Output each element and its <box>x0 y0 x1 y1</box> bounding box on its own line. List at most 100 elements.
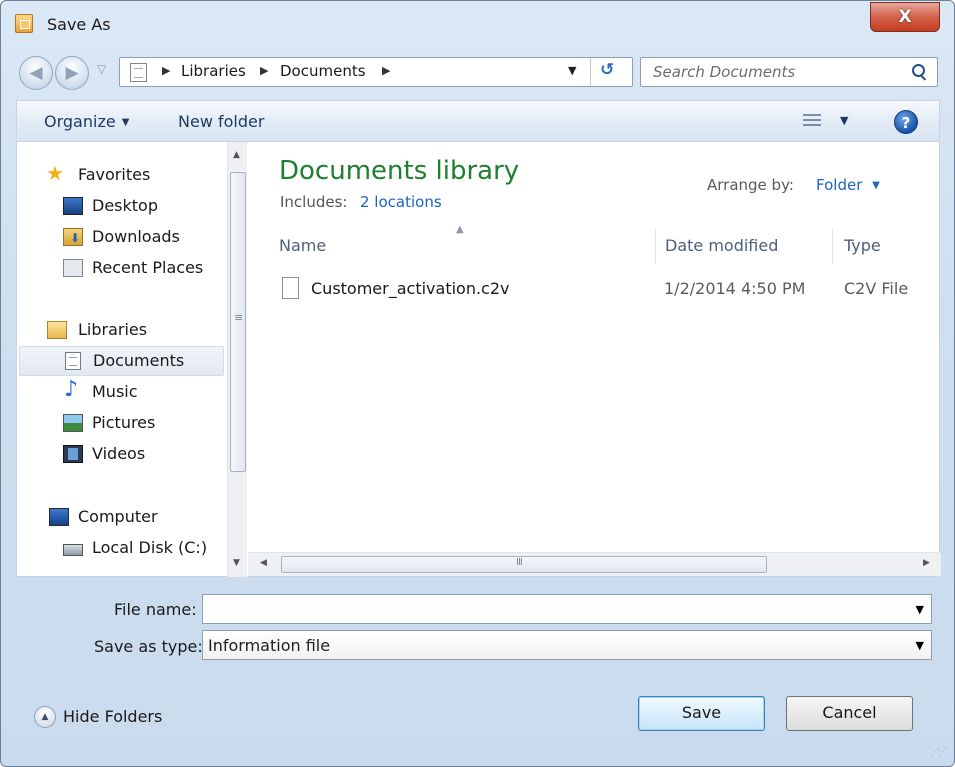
column-divider[interactable] <box>832 228 833 264</box>
star-icon: ★ <box>46 161 64 185</box>
nav-favorites[interactable]: ★ Favorites <box>17 160 225 190</box>
scroll-up-icon[interactable]: ▲ <box>233 150 240 160</box>
forward-button[interactable]: ▶ <box>55 56 89 90</box>
window-title: Save As <box>47 15 111 34</box>
downloads-icon <box>63 228 83 246</box>
nav-downloads[interactable]: Downloads <box>17 222 225 252</box>
file-name-field[interactable]: ▼ <box>202 594 932 624</box>
nav-recent-places-label: Recent Places <box>92 258 204 277</box>
nav-favorites-label: Favorites <box>78 165 151 184</box>
nav-pictures[interactable]: Pictures <box>17 408 225 438</box>
arrange-by-label: Arrange by: <box>707 176 794 194</box>
pictures-icon <box>63 414 83 432</box>
scroll-down-icon[interactable]: ▼ <box>233 558 240 568</box>
back-button[interactable]: ◀ <box>19 56 53 90</box>
change-view-icon[interactable] <box>803 114 821 128</box>
nav-documents[interactable]: Documents <box>19 346 224 376</box>
arrange-by-dropdown[interactable]: Folder ▼ <box>816 176 880 194</box>
command-bar: Organize ▼ New folder ▼ ? <box>16 100 940 142</box>
address-dropdown-icon[interactable]: ▼ <box>568 64 576 77</box>
close-button[interactable]: X <box>870 2 940 32</box>
file-date-modified: 1/2/2014 4:50 PM <box>664 279 806 298</box>
hide-folders-icon[interactable]: ▲ <box>34 706 56 728</box>
file-row[interactable]: Customer_activation.c2v 1/2/2014 4:50 PM… <box>278 274 941 304</box>
recent-pages-dropdown-icon[interactable]: ▽ <box>97 62 106 76</box>
nav-local-disk-label: Local Disk (C:) <box>92 538 208 557</box>
search-icon[interactable] <box>911 62 929 82</box>
address-divider <box>590 58 591 86</box>
help-icon[interactable]: ? <box>894 110 918 134</box>
nav-videos-label: Videos <box>92 444 146 463</box>
nav-libraries[interactable]: Libraries <box>17 315 225 345</box>
breadcrumb-documents[interactable]: Documents <box>280 62 366 80</box>
file-list-horizontal-scrollbar[interactable]: ◀ ▶ <box>248 552 941 576</box>
recent-places-icon <box>63 259 83 277</box>
resize-grip-icon[interactable]: ⋰⋰ <box>930 747 948 758</box>
app-icon <box>15 14 33 33</box>
videos-icon <box>63 445 83 463</box>
address-bar[interactable]: ▶ Libraries ▶ Documents ▶ ▼ ↺ <box>119 57 633 87</box>
title-bar: Save As X <box>1 1 954 47</box>
desktop-icon <box>63 197 83 215</box>
music-icon: ♪ <box>64 377 79 402</box>
organize-label: Organize <box>44 112 116 131</box>
refresh-icon[interactable]: ↺ <box>600 60 614 80</box>
hide-folders-button[interactable]: Hide Folders <box>63 707 162 726</box>
documents-icon <box>65 352 81 370</box>
file-list-pane: Documents library Includes: 2 locations … <box>248 142 941 577</box>
column-header-type[interactable]: Type <box>844 236 881 255</box>
nav-libraries-label: Libraries <box>78 320 148 339</box>
main-area: ★ Favorites Desktop Downloads Recent Pla… <box>16 142 941 577</box>
nav-scroll-thumb[interactable] <box>230 172 246 472</box>
horizontal-scroll-thumb[interactable] <box>281 556 767 573</box>
column-header-date-modified[interactable]: Date modified <box>665 236 778 255</box>
scroll-left-icon[interactable]: ◀ <box>260 558 267 568</box>
nav-pane-scrollbar[interactable]: ▲ ▼ <box>227 142 247 577</box>
nav-desktop-label: Desktop <box>92 196 158 215</box>
local-disk-icon <box>63 544 83 556</box>
save-as-type-value: Information file <box>208 636 331 655</box>
view-options-caret-icon[interactable]: ▼ <box>840 114 848 127</box>
file-name-dropdown-icon[interactable]: ▼ <box>916 603 924 616</box>
library-title: Documents library <box>279 156 520 186</box>
locations-link[interactable]: 2 locations <box>360 193 442 211</box>
breadcrumb-separator-icon[interactable]: ▶ <box>162 64 170 77</box>
nav-recent-places[interactable]: Recent Places <box>17 253 225 283</box>
column-divider[interactable] <box>655 228 656 264</box>
column-header-name[interactable]: Name <box>279 236 326 255</box>
nav-computer-label: Computer <box>78 507 158 526</box>
nav-local-disk[interactable]: Local Disk (C:) <box>17 533 225 563</box>
save-button[interactable]: Save <box>638 696 765 731</box>
includes-label: Includes: <box>280 193 348 211</box>
file-type: C2V File <box>844 279 909 298</box>
breadcrumb-libraries[interactable]: Libraries <box>181 62 246 80</box>
arrange-caret-icon: ▼ <box>872 180 880 191</box>
scroll-right-icon[interactable]: ▶ <box>923 558 930 568</box>
organize-button[interactable]: Organize ▼ <box>44 112 129 131</box>
sort-ascending-icon: ▲ <box>456 224 464 235</box>
save-as-type-select[interactable]: Information file ▼ <box>202 630 932 660</box>
nav-music[interactable]: ♪ Music <box>17 377 225 407</box>
search-input[interactable]: Search Documents <box>640 57 938 87</box>
nav-music-label: Music <box>92 382 138 401</box>
computer-icon <box>49 508 69 526</box>
new-folder-button[interactable]: New folder <box>178 112 264 131</box>
nav-videos[interactable]: Videos <box>17 439 225 469</box>
breadcrumb-separator-icon[interactable]: ▶ <box>260 64 268 77</box>
nav-documents-label: Documents <box>93 351 185 370</box>
navigation-pane: ★ Favorites Desktop Downloads Recent Pla… <box>17 142 247 577</box>
nav-pictures-label: Pictures <box>92 413 156 432</box>
arrange-by-value: Folder <box>816 176 863 194</box>
nav-computer[interactable]: Computer <box>17 502 225 532</box>
cancel-button[interactable]: Cancel <box>786 696 913 731</box>
file-name: Customer_activation.c2v <box>311 279 510 298</box>
file-name-label: File name: <box>114 600 197 619</box>
documents-location-icon <box>130 63 147 82</box>
save-as-type-dropdown-icon[interactable]: ▼ <box>916 639 924 652</box>
search-placeholder: Search Documents <box>653 63 796 81</box>
organize-caret-icon: ▼ <box>121 117 130 128</box>
nav-downloads-label: Downloads <box>92 227 180 246</box>
nav-desktop[interactable]: Desktop <box>17 191 225 221</box>
breadcrumb-separator-icon[interactable]: ▶ <box>382 64 390 77</box>
save-as-dialog: Save As X ◀ ▶ ▽ ▶ Libraries ▶ Documents … <box>0 0 955 767</box>
